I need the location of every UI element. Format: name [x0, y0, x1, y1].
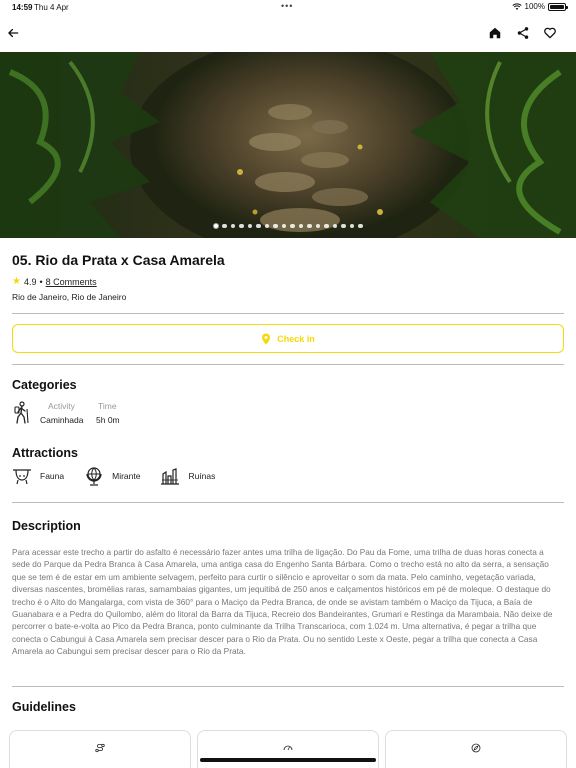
- attraction-label: Fauna: [40, 471, 65, 481]
- heart-icon: [544, 27, 556, 39]
- back-button[interactable]: [4, 24, 22, 42]
- attraction-item: Mirante: [84, 466, 140, 486]
- description-heading: Description: [12, 519, 81, 533]
- carousel-dot[interactable]: [358, 223, 363, 228]
- attraction-item: Ruínas: [160, 466, 215, 486]
- rating-row: ★ 4.9 • 8 Comments: [12, 276, 97, 287]
- attractions-heading: Attractions: [12, 446, 78, 460]
- guideline-card-route[interactable]: [9, 730, 191, 768]
- rating-value: 4.9: [23, 276, 37, 287]
- attraction-label: Ruínas: [188, 471, 216, 481]
- carousel-dot[interactable]: [264, 223, 269, 228]
- attraction-item: Fauna: [12, 466, 64, 486]
- map-pin-icon: [261, 333, 271, 345]
- attraction-label: Mirante: [112, 471, 141, 481]
- description-text: Para acessar este trecho a partir do asf…: [12, 547, 553, 657]
- rating-separator: •: [39, 276, 43, 287]
- wifi-icon: [511, 2, 522, 10]
- categories-block: Activity Caminhada Time 5h 0m: [12, 401, 312, 429]
- carousel-dot[interactable]: [324, 223, 329, 228]
- home-button[interactable]: [486, 24, 504, 42]
- carousel-dot[interactable]: [332, 223, 337, 228]
- carousel-dot[interactable]: [256, 223, 261, 228]
- navigation-bar: [0, 20, 576, 46]
- status-date: Thu 4 Apr: [34, 3, 69, 12]
- guidelines-cards: [0, 730, 576, 768]
- carousel-dot[interactable]: [349, 223, 354, 228]
- share-icon: [517, 27, 529, 39]
- home-icon: [489, 27, 501, 39]
- carousel-dot[interactable]: [247, 223, 252, 228]
- status-indicators: 100%: [511, 2, 568, 11]
- divider: [12, 313, 564, 314]
- carousel-dot[interactable]: [239, 223, 244, 228]
- hiker-icon: [14, 401, 29, 424]
- divider: [12, 502, 564, 503]
- carousel-dot[interactable]: [290, 223, 295, 228]
- arrow-left-icon: [8, 28, 19, 38]
- battery-icon: [548, 2, 568, 11]
- check-in-button[interactable]: Check in: [12, 324, 564, 353]
- route-icon: [95, 743, 105, 753]
- activity-value: Caminhada: [40, 415, 84, 425]
- star-icon: ★: [12, 276, 21, 287]
- carousel-dot[interactable]: [222, 223, 227, 228]
- comments-link[interactable]: 8 Comments: [46, 277, 97, 287]
- carousel-dot[interactable]: [315, 223, 320, 228]
- carousel-dot[interactable]: [213, 223, 218, 228]
- attractions-list: Fauna Mirante Ruínas: [12, 466, 235, 486]
- carousel-dot[interactable]: [298, 223, 303, 228]
- share-button[interactable]: [514, 24, 532, 42]
- carousel-dot[interactable]: [307, 223, 312, 228]
- globe-stand-icon: [86, 467, 102, 486]
- favorite-button[interactable]: [541, 24, 559, 42]
- divider: [12, 686, 564, 687]
- time-label: Time: [98, 401, 117, 411]
- categories-heading: Categories: [12, 378, 77, 392]
- speedometer-icon: [283, 745, 293, 751]
- carousel-pagination: [0, 223, 576, 228]
- multitasking-dots[interactable]: •••: [281, 1, 293, 11]
- status-time: 14:59: [12, 3, 33, 12]
- sloth-icon: [13, 469, 31, 485]
- ruins-icon: [161, 468, 180, 485]
- carousel-dot[interactable]: [341, 223, 346, 228]
- home-indicator[interactable]: [200, 758, 376, 762]
- activity-column: Activity Caminhada: [40, 401, 83, 425]
- status-bar: 14:59 Thu 4 Apr ••• 100%: [0, 0, 576, 14]
- time-value: 5h 0m: [96, 415, 120, 425]
- trail-forest-photo: [0, 52, 576, 238]
- guideline-card-speed[interactable]: [197, 730, 379, 768]
- guidelines-heading: Guidelines: [12, 700, 76, 714]
- trail-title: 05. Rio da Prata x Casa Amarela: [12, 252, 225, 268]
- activity-label: Activity: [48, 401, 75, 411]
- guideline-card-compass[interactable]: [385, 730, 567, 768]
- carousel-dot[interactable]: [230, 223, 235, 228]
- check-in-label: Check in: [277, 333, 315, 344]
- battery-percent: 100%: [524, 2, 545, 11]
- carousel-dot[interactable]: [281, 223, 286, 228]
- carousel-dot[interactable]: [273, 223, 278, 228]
- trail-location: Rio de Janeiro, Rio de Janeiro: [12, 292, 127, 302]
- hero-image-carousel[interactable]: [0, 52, 576, 238]
- compass-icon: [471, 743, 481, 753]
- time-column: Time 5h 0m: [96, 401, 120, 425]
- divider: [12, 364, 564, 365]
